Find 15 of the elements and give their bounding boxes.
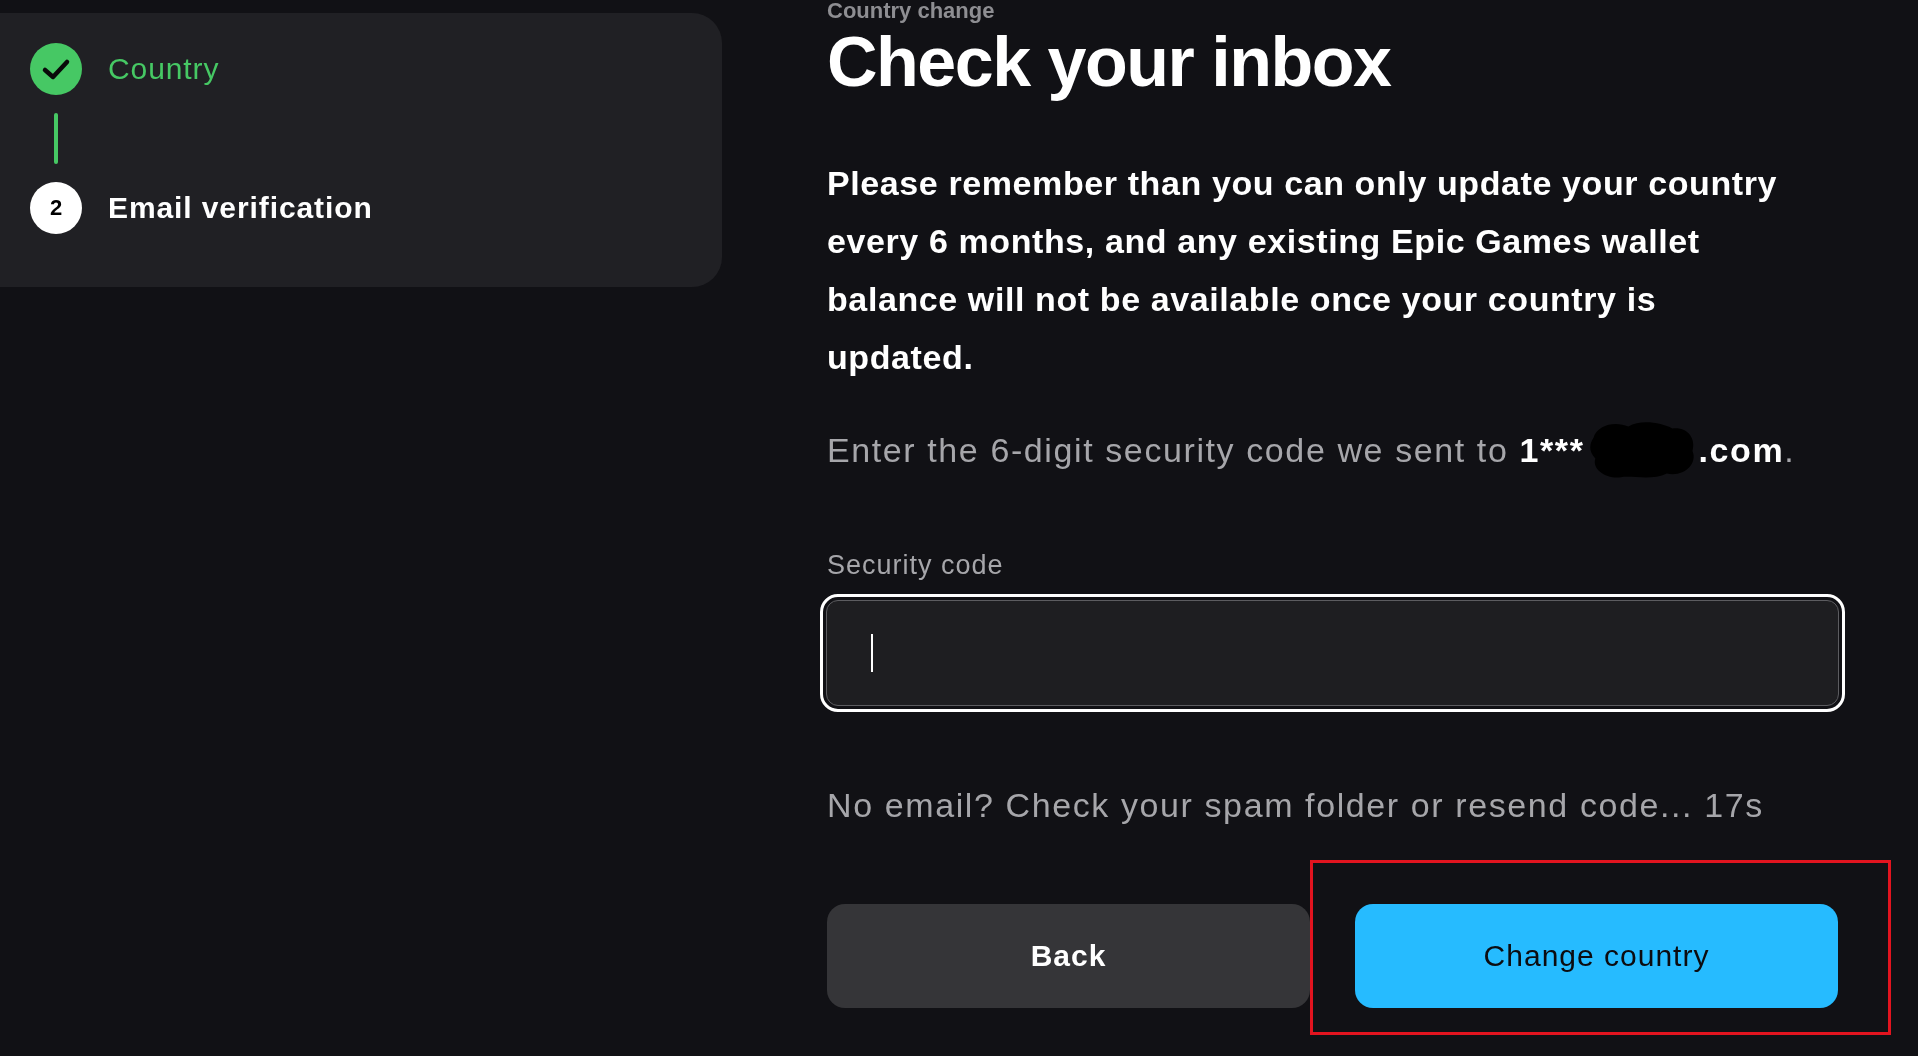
step-label: Email verification xyxy=(108,190,373,226)
email-domain: .com. xyxy=(1698,430,1796,471)
change-country-button[interactable]: Change country xyxy=(1355,904,1838,1008)
back-button[interactable]: Back xyxy=(827,904,1310,1008)
text-cursor xyxy=(871,634,873,672)
step-label: Country xyxy=(108,51,220,87)
page-title: Check your inbox xyxy=(827,24,1391,101)
code-instruction: Enter the 6-digit security code we sent to 1*** xyxy=(827,430,1585,471)
check-circle-icon xyxy=(30,43,82,95)
field-label: Security code xyxy=(827,549,1004,582)
page-eyebrow: Country change xyxy=(827,0,995,22)
step-number: 2 xyxy=(30,182,82,234)
notice-text: Please remember than you can only update your country every 6 months, and any existing Epic Games wallet balance will not be available once your country is updated. xyxy=(827,163,1779,378)
resend-note: No email? Check your spam folder or resend code... 17s xyxy=(827,785,1764,826)
security-code-input[interactable] xyxy=(820,594,1845,712)
